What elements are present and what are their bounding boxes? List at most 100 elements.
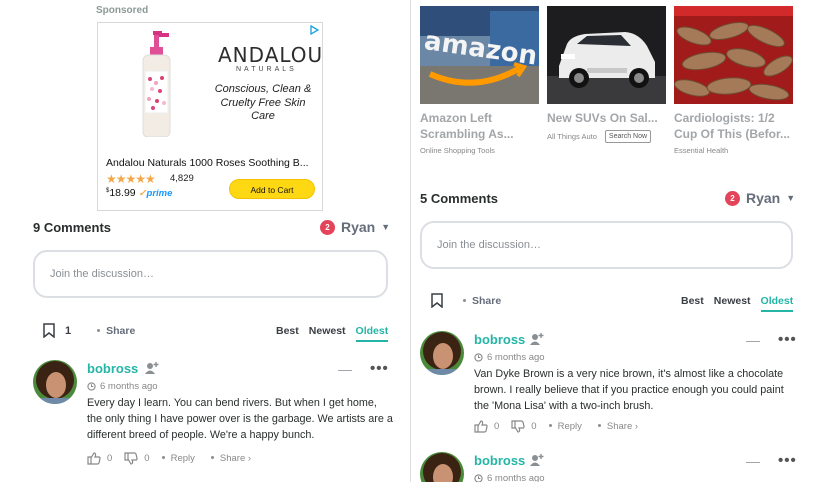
sort-oldest[interactable]: Oldest xyxy=(355,325,389,342)
recommendation-title[interactable]: Cardiologists: 1/2 Cup Of This (Befor... xyxy=(674,110,793,142)
comment-tools: — ••• xyxy=(746,331,797,348)
more-options-icon[interactable]: ••• xyxy=(778,452,797,469)
recommendation-title[interactable]: New SUVs On Sal... xyxy=(547,110,666,126)
notification-badge[interactable]: 2 xyxy=(320,219,335,235)
comment-tools: — ••• xyxy=(746,452,797,469)
sort-tabs: Best Newest Oldest xyxy=(276,325,389,342)
join-discussion-input[interactable]: Join the discussion… xyxy=(33,250,388,298)
comments-count: 9 Comments xyxy=(33,220,112,235)
user-menu[interactable]: 2 Ryan ▼ xyxy=(320,219,390,235)
recommendation-card[interactable]: amazon Amazon Left Scrambling As... Onli… xyxy=(420,6,539,155)
downvote-button[interactable]: 0 xyxy=(511,420,537,433)
comment-toolbar: Share xyxy=(431,293,501,308)
sort-best[interactable]: Best xyxy=(276,325,299,342)
recommendation-source: All Things Auto Search Now xyxy=(547,130,666,143)
sort-newest[interactable]: Newest xyxy=(714,295,751,312)
bookmark-icon[interactable] xyxy=(43,323,55,338)
thumbs-down-icon xyxy=(511,420,525,433)
amazon-logo-image[interactable]: amazon xyxy=(420,6,539,104)
collapse-icon[interactable]: — xyxy=(338,361,352,377)
more-options-icon[interactable]: ••• xyxy=(370,360,389,377)
follow-user-icon[interactable] xyxy=(530,453,544,467)
sort-tabs: Best Newest Oldest xyxy=(681,295,794,312)
clock-icon xyxy=(87,382,96,391)
comment-share-link[interactable]: Share › xyxy=(597,421,638,432)
comment-share-link[interactable]: Share › xyxy=(210,453,251,464)
follow-user-icon[interactable] xyxy=(530,332,544,346)
right-pane: amazon Amazon Left Scrambling As... Onli… xyxy=(410,0,827,482)
recommendation-source: Essential Health xyxy=(674,146,729,155)
comment-tools: — ••• xyxy=(338,360,389,377)
white-suv-image[interactable] xyxy=(547,6,666,104)
comment-meta: 6 months ago xyxy=(474,352,800,363)
comment-timestamp[interactable]: 6 months ago xyxy=(487,352,545,363)
price-value: 18.99 xyxy=(109,187,136,199)
favorite-count: 1 xyxy=(65,324,72,337)
comment: bobross 6 months ago Every day I learn. … xyxy=(33,360,393,480)
comment: bobross 6 months ago Van Dyke Brown is a… xyxy=(420,331,800,441)
ad-brand-sub: NATURALS xyxy=(236,66,297,73)
recommendation-card[interactable]: New SUVs On Sal... All Things Auto Searc… xyxy=(547,6,666,143)
comment-text: Every day I learn. You can bend rivers. … xyxy=(87,397,393,441)
upvote-button[interactable]: 0 xyxy=(474,420,499,433)
rating-count: 4,829 xyxy=(170,173,194,184)
thumbs-down-icon xyxy=(124,452,138,465)
recommendation-source: Online Shopping Tools xyxy=(420,146,495,155)
comment-meta: 6 months ago xyxy=(87,381,393,392)
search-now-button[interactable]: Search Now xyxy=(604,130,652,143)
rating-stars-icon: ★★★★★ xyxy=(106,172,156,186)
collapse-icon[interactable]: — xyxy=(746,332,760,348)
recommendation-card[interactable]: Cardiologists: 1/2 Cup Of This (Befor...… xyxy=(674,6,793,155)
user-name[interactable]: Ryan xyxy=(341,219,375,235)
reply-link[interactable]: Reply xyxy=(548,421,582,432)
comment-actions: 0 0 Reply Share › xyxy=(87,452,393,465)
join-discussion-input[interactable]: Join the discussion… xyxy=(420,221,793,269)
sort-newest[interactable]: Newest xyxy=(309,325,346,342)
collapse-icon[interactable]: — xyxy=(746,453,760,469)
avatar[interactable] xyxy=(33,360,77,404)
chevron-down-icon[interactable]: ▼ xyxy=(786,193,795,203)
ad-price: $18.99 ✓prime xyxy=(106,187,172,199)
sort-oldest[interactable]: Oldest xyxy=(760,295,794,312)
avatar[interactable] xyxy=(420,331,464,375)
more-options-icon[interactable]: ••• xyxy=(778,331,797,348)
comment-author[interactable]: bobross xyxy=(87,361,138,376)
clock-icon xyxy=(474,474,483,482)
comment-actions: 0 0 Reply Share › xyxy=(474,420,800,433)
tamarind-pods-image[interactable] xyxy=(674,6,793,104)
comment-author[interactable]: bobross xyxy=(474,453,525,468)
notification-badge[interactable]: 2 xyxy=(725,190,740,206)
share-link[interactable]: Share xyxy=(97,325,135,337)
upvote-button[interactable]: 0 xyxy=(87,452,112,465)
sponsored-ad[interactable]: ANDALOU NATURALS Conscious, Clean & Crue… xyxy=(97,22,323,211)
comment-timestamp[interactable]: 6 months ago xyxy=(487,473,545,482)
share-link[interactable]: Share xyxy=(463,295,501,307)
recommendation-title[interactable]: Amazon Left Scrambling As... xyxy=(420,110,539,142)
thumbs-up-icon xyxy=(87,452,101,465)
comments-count: 5 Comments xyxy=(420,191,499,206)
comment-timestamp[interactable]: 6 months ago xyxy=(100,381,158,392)
downvote-button[interactable]: 0 xyxy=(124,452,150,465)
comment: bobross 6 months ago — ••• xyxy=(420,452,800,482)
ad-choices-icon[interactable] xyxy=(309,24,320,36)
comment-author[interactable]: bobross xyxy=(474,332,525,347)
comment-text: Van Dyke Brown is a very nice brown, it'… xyxy=(474,368,784,412)
sort-best[interactable]: Best xyxy=(681,295,704,312)
follow-user-icon[interactable] xyxy=(145,361,159,375)
reply-link[interactable]: Reply xyxy=(161,453,195,464)
user-name[interactable]: Ryan xyxy=(746,190,780,206)
sponsored-label: Sponsored xyxy=(96,5,149,16)
ad-brand: ANDALOU xyxy=(218,43,324,67)
comment-toolbar: 1 Share xyxy=(43,323,135,338)
bookmark-icon[interactable] xyxy=(431,293,443,308)
user-menu[interactable]: 2 Ryan ▼ xyxy=(725,190,795,206)
ad-product-name[interactable]: Andalou Naturals 1000 Roses Soothing B..… xyxy=(106,157,318,169)
clock-icon xyxy=(474,353,483,362)
avatar[interactable] xyxy=(420,452,464,482)
add-to-cart-button[interactable]: Add to Cart xyxy=(229,179,315,199)
comment-meta: 6 months ago xyxy=(474,473,800,482)
product-bottle-image[interactable] xyxy=(138,31,174,138)
left-pane: Sponsored ANDALOU NATURALS Conscious, Cl… xyxy=(0,0,410,482)
thumbs-up-icon xyxy=(474,420,488,433)
chevron-down-icon[interactable]: ▼ xyxy=(381,222,390,232)
